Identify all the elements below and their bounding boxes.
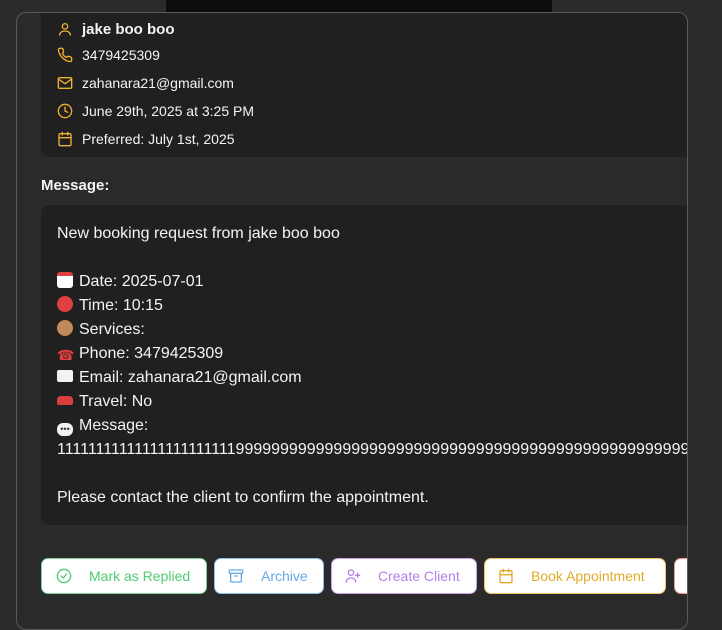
person-emoji-icon: [57, 320, 73, 336]
message-email: Email: zahanara21@gmail.com: [79, 369, 302, 386]
calendar-icon: [58, 131, 72, 147]
alarm-clock-emoji-icon: [57, 296, 73, 312]
archive-button[interactable]: Archive: [214, 558, 324, 594]
message-closing: Please contact the client to confirm the…: [57, 489, 429, 506]
message-date: Date: 2025-07-01: [79, 273, 204, 290]
contact-email-row: zahanara21@gmail.com: [57, 73, 234, 93]
contact-phone: 3479425309: [82, 47, 160, 63]
contact-name-row: jake boo boo: [57, 19, 175, 39]
user-icon: [59, 23, 71, 36]
contact-phone-row: 3479425309: [57, 45, 160, 65]
archive-box-icon: [228, 569, 244, 583]
message-note-label-line: ••• Message:: [57, 416, 148, 436]
speech-bubble-emoji-icon: •••: [57, 423, 73, 436]
message-travel: Travel: No: [79, 393, 153, 410]
message-email-line: Email: zahanara21@gmail.com: [57, 368, 302, 388]
preferred-date-row: Preferred: July 1st, 2025: [57, 129, 235, 149]
user-plus-icon: [345, 569, 361, 583]
message-detail-modal: jake boo boo 3479425309 zahanara21@gmail…: [16, 12, 688, 630]
envelope-emoji-icon: [57, 370, 73, 382]
message-time-line: Time: 10:15: [57, 296, 163, 316]
message-heading: Message:: [41, 177, 110, 194]
archive-label: Archive: [261, 568, 308, 584]
message-date-line: Date: 2025-07-01: [57, 272, 204, 292]
car-emoji-icon: [57, 396, 73, 405]
mail-icon: [57, 77, 73, 89]
contact-email: zahanara21@gmail.com: [82, 75, 234, 91]
message-phone-line: ☎ Phone: 3479425309: [57, 344, 223, 364]
preferred-date: Preferred: July 1st, 2025: [82, 131, 235, 147]
message-intro: New booking request from jake boo boo: [57, 225, 340, 242]
book-appointment-label: Book Appointment: [531, 568, 645, 584]
submitted-time-row: June 29th, 2025 at 3:25 PM: [57, 101, 254, 121]
book-appointment-button[interactable]: Book Appointment: [484, 558, 666, 594]
create-client-button[interactable]: Create Client: [331, 558, 477, 594]
contact-name: jake boo boo: [82, 20, 175, 38]
mark-as-replied-button[interactable]: Mark as Replied: [41, 558, 207, 594]
contact-info-card: jake boo boo 3479425309 zahanara21@gmail…: [41, 13, 687, 157]
create-client-label: Create Client: [378, 568, 460, 584]
message-body-card: New booking request from jake boo boo Da…: [41, 205, 687, 525]
telephone-emoji-icon: ☎: [57, 347, 75, 363]
message-services-line: Services:: [57, 320, 145, 340]
message-services: Services:: [79, 321, 145, 338]
message-note-label: Message:: [79, 417, 149, 434]
calendar-emoji-icon: [57, 272, 73, 288]
calendar-icon: [499, 568, 513, 584]
message-travel-line: Travel: No: [57, 392, 152, 412]
action-buttons: Mark as Replied Archive Create Client Bo…: [41, 558, 687, 594]
mark-as-replied-label: Mark as Replied: [89, 568, 191, 584]
delete-button[interactable]: [674, 558, 687, 594]
check-circle-icon: [56, 568, 72, 584]
message-note-body: 1111111111111111111111199999999999999999…: [57, 441, 687, 458]
message-time: Time: 10:15: [79, 297, 163, 314]
phone-icon: [57, 47, 73, 63]
submitted-time: June 29th, 2025 at 3:25 PM: [82, 103, 255, 119]
background-header-strip: [166, 0, 552, 12]
clock-icon: [57, 103, 73, 119]
message-phone: Phone: 3479425309: [79, 345, 224, 362]
